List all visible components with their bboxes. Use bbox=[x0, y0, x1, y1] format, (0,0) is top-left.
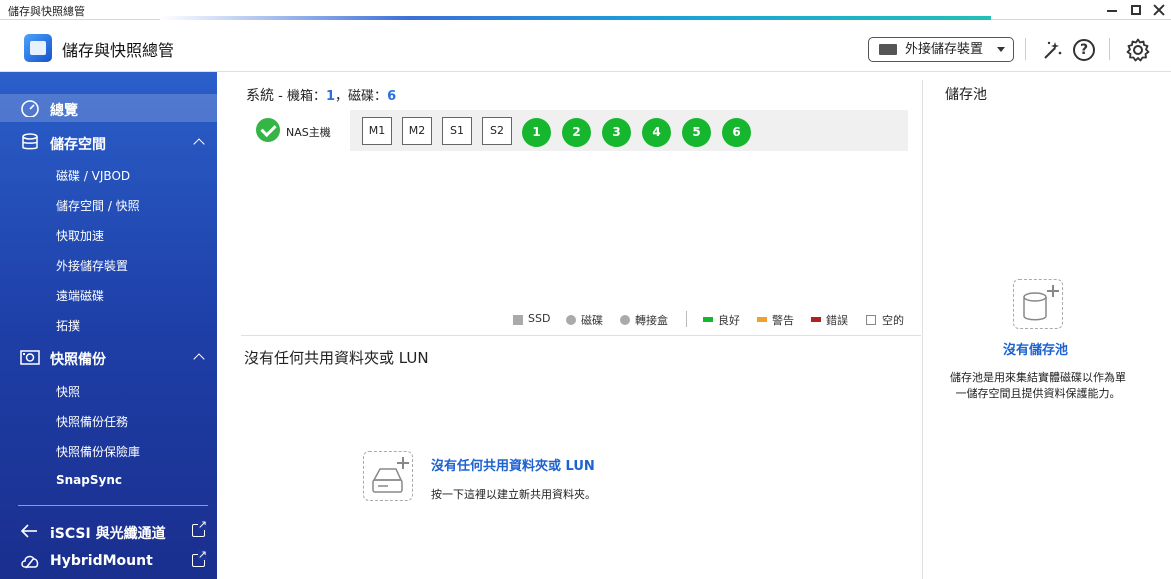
legend-disk: 磁碟 bbox=[581, 314, 603, 327]
external-device-dropdown[interactable]: 外接儲存裝置 bbox=[868, 37, 1014, 62]
minimize-icon[interactable] bbox=[1104, 2, 1120, 18]
sidebar-item-overview[interactable]: 總覽 bbox=[0, 94, 217, 122]
legend-empty-swatch bbox=[866, 315, 876, 325]
sidebar-item-hybridmount[interactable]: HybridMount bbox=[0, 548, 217, 574]
database-icon bbox=[22, 133, 38, 150]
gauge-icon bbox=[21, 100, 39, 117]
disk-3[interactable]: 3 bbox=[602, 118, 631, 147]
sidebar-subitem-remote-disk[interactable]: 遠端磁碟 bbox=[56, 287, 104, 304]
external-link-icon[interactable] bbox=[192, 519, 207, 537]
legend-error-swatch bbox=[811, 317, 821, 322]
app-logo-icon bbox=[24, 34, 52, 62]
sidebar-item-label: HybridMount bbox=[50, 553, 153, 569]
legend-good: 良好 bbox=[718, 314, 740, 327]
cloud-icon bbox=[21, 555, 39, 569]
hard-drive-icon bbox=[879, 44, 897, 55]
sidebar-subitem-snapshot[interactable]: 快照 bbox=[56, 383, 80, 400]
sidebar-item-storage[interactable]: 儲存空間 bbox=[0, 128, 217, 156]
sidebar-divider bbox=[18, 505, 208, 506]
slot-s2[interactable]: S2 bbox=[482, 117, 512, 145]
disk-count: 6 bbox=[387, 89, 397, 104]
create-pool-link[interactable]: 沒有儲存池 bbox=[1003, 339, 1068, 358]
help-icon[interactable]: ? bbox=[1073, 39, 1095, 61]
sidebar-subitem-storage-snapshots[interactable]: 儲存空間 / 快照 bbox=[56, 197, 140, 214]
disk-1[interactable]: 1 bbox=[522, 118, 551, 147]
sidebar-item-iscsi[interactable]: iSCSI 與光纖通道 bbox=[0, 518, 217, 544]
add-database-icon bbox=[1023, 285, 1059, 321]
add-drive-icon bbox=[372, 457, 409, 493]
slot-m2[interactable]: M2 bbox=[402, 117, 432, 145]
disk-label: 磁碟： bbox=[348, 89, 388, 104]
system-summary: 系統 - 機箱：1，磁碟：6 bbox=[246, 88, 397, 104]
legend-adapter: 轉接盒 bbox=[635, 314, 668, 327]
external-device-label: 外接儲存裝置 bbox=[905, 42, 984, 57]
gear-icon[interactable] bbox=[1126, 38, 1150, 62]
enclosure-label: 機箱： bbox=[286, 89, 326, 104]
create-share-button[interactable] bbox=[363, 451, 413, 501]
section-divider bbox=[241, 335, 921, 336]
legend-warning-swatch bbox=[757, 317, 767, 322]
system-label: 系統 bbox=[246, 88, 274, 104]
sidebar-subitem-disks[interactable]: 磁碟 / VJBOD bbox=[56, 167, 130, 184]
sidebar-subitem-snapshot-vault[interactable]: 快照備份保險庫 bbox=[56, 443, 140, 460]
disk-6[interactable]: 6 bbox=[722, 118, 751, 147]
sidebar: 總覽 儲存空間 磁碟 / VJBOD 儲存空間 / 快照 快取加速 外接儲存裝置… bbox=[0, 72, 217, 579]
sidebar-item-label: 快照備份 bbox=[50, 352, 106, 368]
legend-divider bbox=[686, 311, 687, 327]
sidebar-item-label: 儲存空間 bbox=[50, 137, 106, 153]
legend-adapter-swatch bbox=[620, 315, 630, 325]
status-ok-icon bbox=[256, 118, 280, 142]
disk-4[interactable]: 4 bbox=[642, 118, 671, 147]
magic-wand-icon[interactable] bbox=[1041, 39, 1063, 61]
caret-down-icon bbox=[997, 47, 1005, 52]
legend-disk-swatch bbox=[566, 315, 576, 325]
chevron-up-icon[interactable] bbox=[193, 138, 205, 150]
sidebar-subitem-cache[interactable]: 快取加速 bbox=[56, 227, 104, 244]
slot-m1[interactable]: M1 bbox=[362, 117, 392, 145]
app-title: 儲存與快照總管 bbox=[62, 41, 175, 60]
disk-5[interactable]: 5 bbox=[682, 118, 711, 147]
legend-ssd: SSD bbox=[528, 312, 551, 325]
legend-warning: 警告 bbox=[772, 314, 794, 327]
close-icon[interactable] bbox=[1151, 2, 1167, 18]
sidebar-item-snapshot-backup[interactable]: 快照備份 bbox=[0, 343, 217, 371]
header-divider bbox=[1025, 38, 1026, 60]
slot-s1[interactable]: S1 bbox=[442, 117, 472, 145]
header-divider bbox=[1109, 38, 1110, 60]
enclosure-count: 1 bbox=[325, 89, 336, 104]
chevron-up-icon[interactable] bbox=[193, 353, 205, 365]
create-share-description: 按一下這裡以建立新共用資料夾。 bbox=[431, 488, 596, 501]
camera-icon bbox=[20, 350, 40, 365]
disk-2[interactable]: 2 bbox=[562, 118, 591, 147]
sidebar-subitem-snapsync[interactable]: SnapSync bbox=[56, 473, 122, 487]
window-titlebar: 儲存與快照總管 bbox=[0, 0, 1171, 20]
shares-section-title: 沒有任何共用資料夾或 LUN bbox=[244, 349, 429, 367]
sidebar-subitem-snapshot-replica-job[interactable]: 快照備份任務 bbox=[56, 413, 128, 430]
pool-description: 儲存池是用來集結實體磁碟以作為單一儲存空間且提供資料保護能力。 bbox=[950, 371, 1126, 400]
sidebar-subitem-external-device[interactable]: 外接儲存裝置 bbox=[56, 257, 128, 274]
external-link-icon[interactable] bbox=[192, 549, 207, 567]
create-pool-button[interactable] bbox=[1013, 279, 1063, 329]
panel-divider bbox=[922, 80, 923, 579]
window-title: 儲存與快照總管 bbox=[8, 5, 85, 18]
sidebar-item-label: 總覽 bbox=[50, 103, 78, 119]
pool-section-title: 儲存池 bbox=[945, 87, 987, 103]
legend-empty: 空的 bbox=[882, 314, 904, 327]
sidebar-subitem-topology[interactable]: 拓撲 bbox=[56, 317, 80, 334]
iscsi-arrow-icon bbox=[20, 524, 37, 538]
create-share-link[interactable]: 沒有任何共用資料夾或 LUN bbox=[431, 455, 595, 474]
legend-good-swatch bbox=[703, 317, 713, 322]
app-header: 儲存與快照總管 外接儲存裝置 ? bbox=[0, 20, 1171, 72]
legend-error: 錯誤 bbox=[826, 314, 848, 327]
maximize-icon[interactable] bbox=[1128, 2, 1144, 18]
sidebar-item-label: iSCSI 與光纖通道 bbox=[50, 526, 166, 542]
legend-ssd-swatch bbox=[513, 315, 523, 325]
nas-host-label[interactable]: NAS主機 bbox=[286, 124, 331, 140]
